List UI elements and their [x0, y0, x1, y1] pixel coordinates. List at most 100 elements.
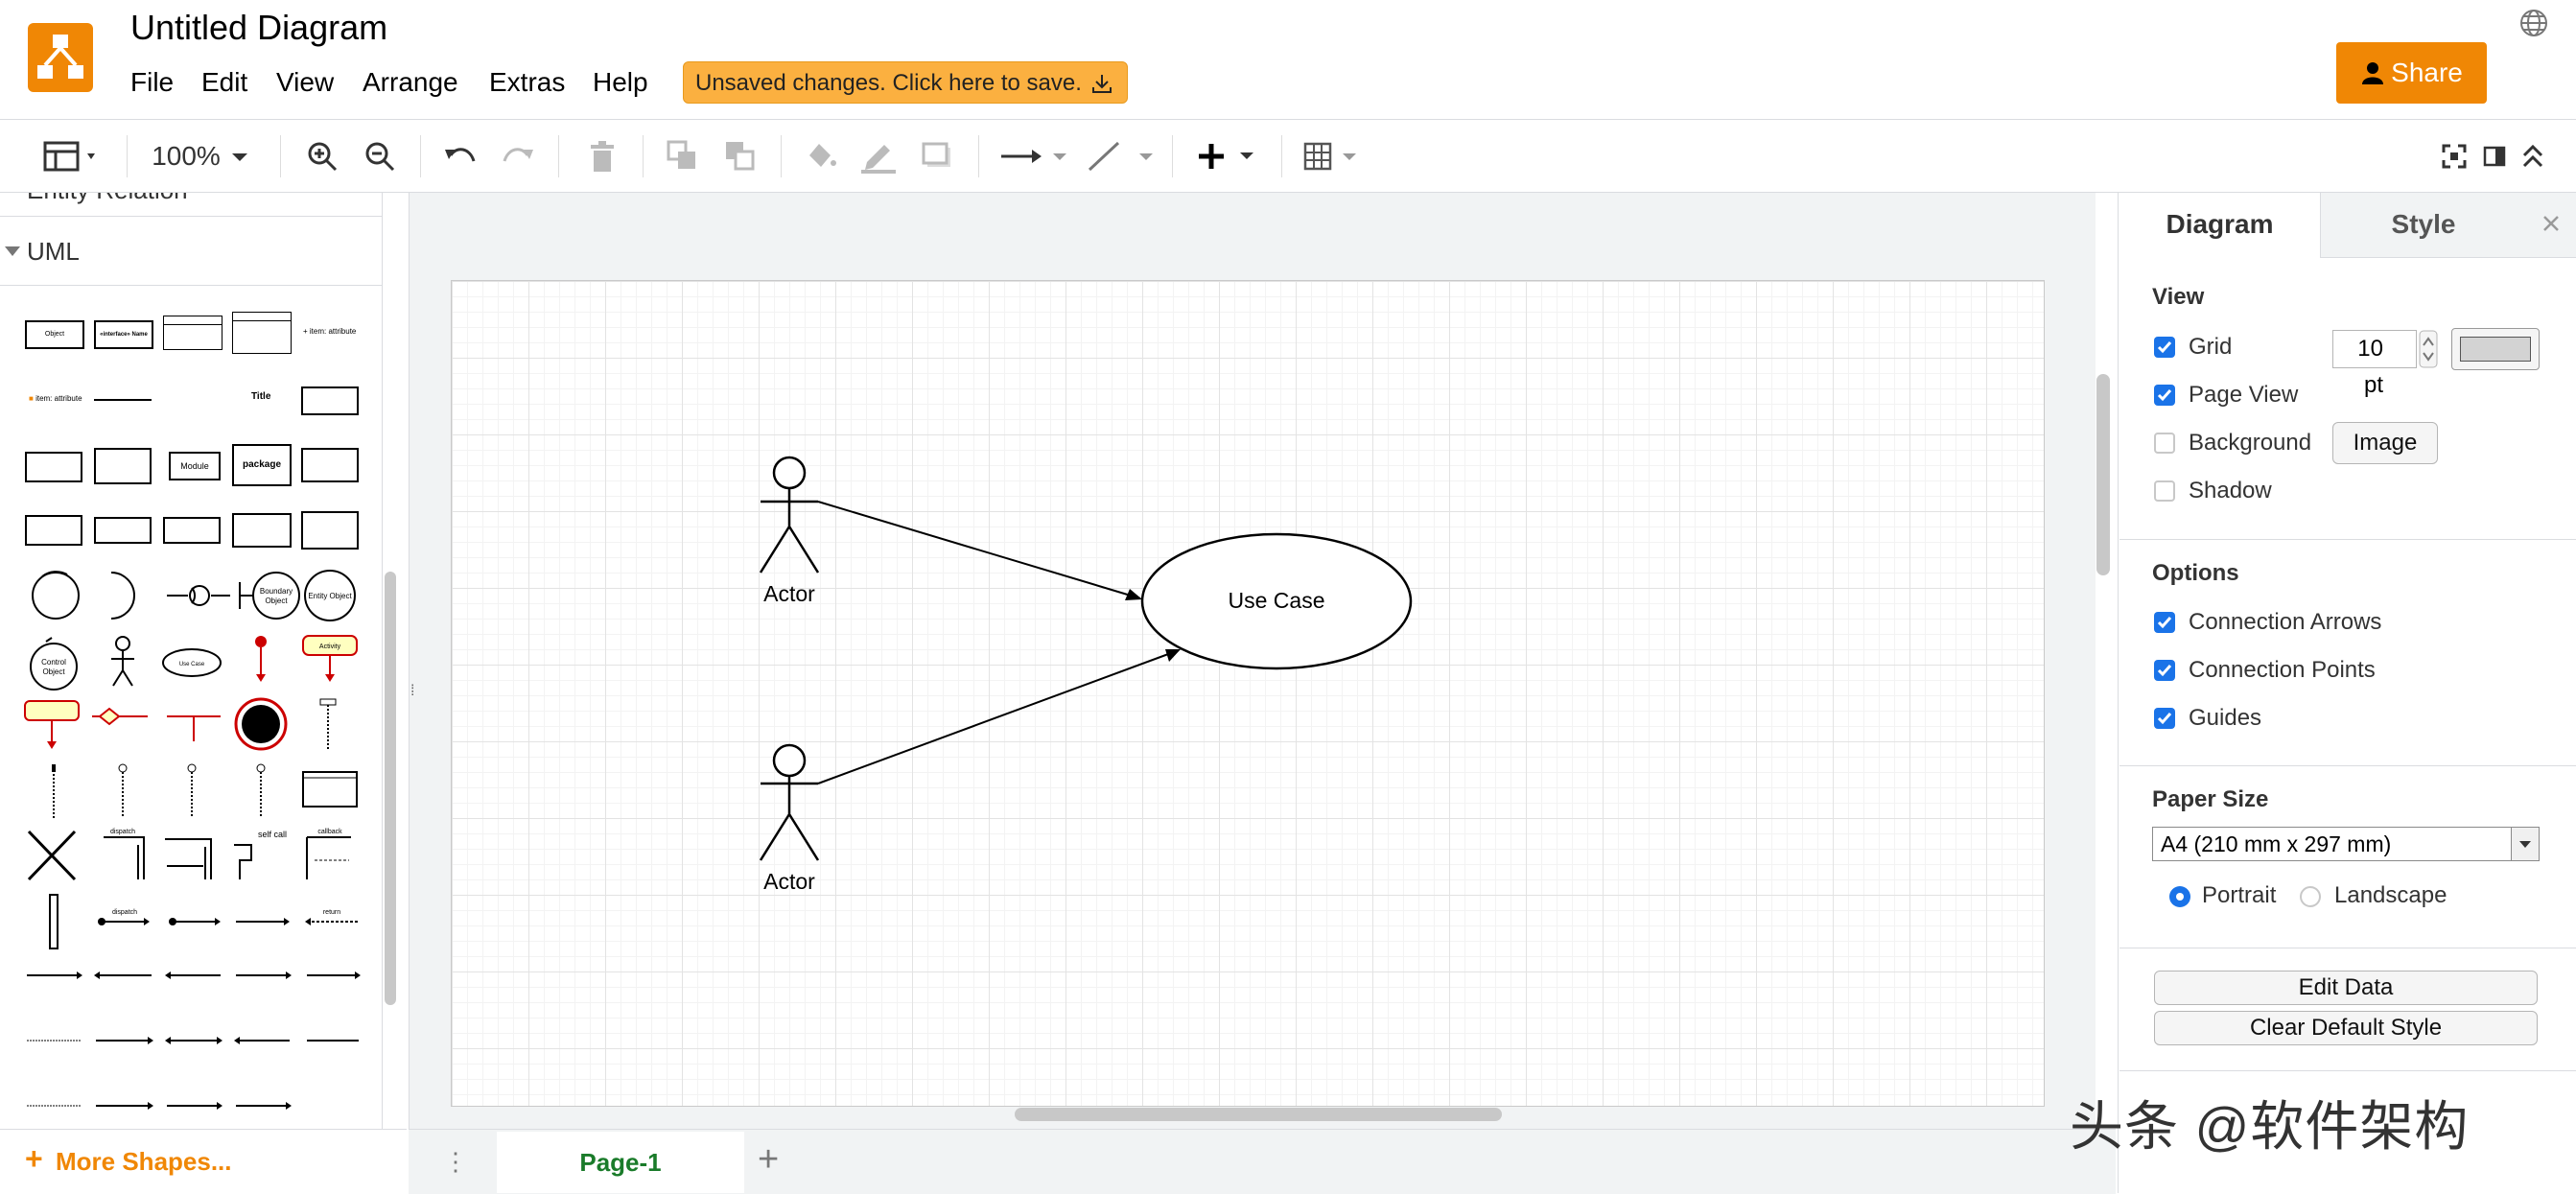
- zoom-in-button[interactable]: [303, 137, 341, 176]
- diagram-title[interactable]: Untitled Diagram: [130, 8, 387, 48]
- shape-lifeline[interactable]: [25, 515, 82, 546]
- waypoints-button[interactable]: [1086, 137, 1159, 176]
- connection-points-checkbox[interactable]: [2154, 660, 2175, 681]
- sidebar-scrollbar[interactable]: [385, 572, 396, 1005]
- fill-color-button[interactable]: [802, 137, 840, 176]
- image-button[interactable]: Image: [2332, 422, 2438, 464]
- shape-interface[interactable]: «interface» Name: [94, 320, 153, 349]
- uml-shapes-row-11[interactable]: [23, 956, 368, 995]
- uml-shapes-row-13[interactable]: [23, 1087, 368, 1125]
- collapse-toolbar-button[interactable]: [2518, 137, 2547, 176]
- fullscreen-button[interactable]: [2440, 137, 2469, 176]
- guides-checkbox[interactable]: [2154, 708, 2175, 729]
- shape-separator[interactable]: [94, 399, 152, 401]
- uml-shapes-row-5[interactable]: BoundaryObject Entity Object: [23, 567, 368, 624]
- uml-shapes-row-10[interactable]: dispatch return: [23, 891, 368, 952]
- shape-class-3[interactable]: [25, 452, 82, 482]
- grid-checkbox[interactable]: [2154, 337, 2175, 358]
- grid-color-button[interactable]: [2451, 328, 2540, 370]
- shape-note[interactable]: [301, 386, 359, 415]
- connection-style-button[interactable]: [999, 137, 1072, 176]
- table-button[interactable]: [1300, 137, 1368, 176]
- tab-page-1[interactable]: Page-1: [497, 1132, 744, 1193]
- uml-shapes-row-9[interactable]: dispatch self call callback: [23, 826, 368, 887]
- page-menu-icon[interactable]: ⋮: [443, 1147, 468, 1177]
- portrait-label: Portrait: [2202, 882, 2277, 908]
- add-page-button[interactable]: +: [758, 1139, 779, 1181]
- zoom-out-button[interactable]: [361, 137, 399, 176]
- grid-size-stepper-icon[interactable]: [2419, 330, 2438, 368]
- landscape-radio[interactable]: [2300, 886, 2321, 907]
- connection-arrows-label: Connection Arrows: [2189, 609, 2382, 635]
- diagonal-line-icon: [1088, 141, 1153, 172]
- menu-view[interactable]: View: [276, 67, 334, 98]
- undo-button[interactable]: [441, 137, 480, 176]
- shape-box-2[interactable]: [163, 517, 221, 544]
- shape-frame[interactable]: [94, 448, 152, 484]
- shape-item-attribute[interactable]: ■ item: attribute: [29, 394, 82, 403]
- menu-file[interactable]: File: [130, 67, 174, 98]
- format-panel-button[interactable]: [2480, 137, 2509, 176]
- canvas-horizontal-scrollbar[interactable]: [1015, 1108, 1502, 1121]
- user-icon: [2362, 62, 2384, 84]
- shape-object[interactable]: Object: [25, 320, 84, 349]
- sidebar-resize-handle[interactable]: ⁞: [410, 683, 414, 700]
- uml-shapes-row-7[interactable]: [23, 695, 368, 757]
- delete-button[interactable]: [583, 137, 621, 176]
- shape-package[interactable]: package: [232, 444, 292, 486]
- redo-button[interactable]: [499, 137, 537, 176]
- shape-module[interactable]: Module: [169, 452, 221, 480]
- uml-shapes-row-6[interactable]: ControlObject Use Case Activity: [23, 632, 368, 693]
- menu-help[interactable]: Help: [593, 67, 648, 98]
- language-globe-icon[interactable]: [2518, 8, 2549, 43]
- menu-arrange[interactable]: Arrange: [363, 67, 458, 98]
- more-shapes-button[interactable]: + More Shapes...: [0, 1129, 407, 1194]
- insert-button[interactable]: [1193, 137, 1266, 176]
- line-color-button[interactable]: [859, 137, 898, 176]
- edit-data-button[interactable]: Edit Data: [2154, 971, 2538, 1005]
- section-uml-header[interactable]: UML: [0, 225, 382, 283]
- shape-class[interactable]: [163, 316, 222, 350]
- background-checkbox[interactable]: [2154, 433, 2175, 454]
- format-panel-toggle[interactable]: [38, 137, 105, 176]
- connector-actor2-usecase[interactable]: [817, 649, 1181, 784]
- connector-actor1-usecase[interactable]: [817, 501, 1142, 600]
- page-view-checkbox[interactable]: [2154, 385, 2175, 406]
- tab-style[interactable]: Style: [2321, 193, 2526, 258]
- unsaved-changes-button[interactable]: Unsaved changes. Click here to save.: [683, 61, 1128, 104]
- grid-size-input[interactable]: 10 pt: [2332, 330, 2417, 398]
- chevron-down-icon: [2511, 828, 2539, 860]
- shape-class-5[interactable]: [232, 513, 292, 548]
- clear-default-style-button[interactable]: Clear Default Style: [2154, 1011, 2538, 1045]
- actor-1[interactable]: [759, 456, 820, 574]
- shadow-button[interactable]: [919, 137, 957, 176]
- shape-class-2[interactable]: [232, 312, 292, 354]
- tab-diagram[interactable]: Diagram: [2119, 193, 2321, 258]
- share-button[interactable]: Share: [2336, 42, 2487, 104]
- to-back-button[interactable]: [721, 137, 760, 176]
- uml-shapes-row-12[interactable]: [23, 1021, 368, 1060]
- section-entity-relation[interactable]: Entity Relation: [27, 193, 188, 205]
- portrait-radio[interactable]: [2169, 886, 2190, 907]
- menu-extras[interactable]: Extras: [489, 67, 565, 98]
- zoom-select[interactable]: 100%: [144, 137, 259, 176]
- canvas-vertical-scrollbar[interactable]: [2096, 374, 2110, 575]
- shape-box[interactable]: [94, 517, 152, 544]
- connection-arrows-checkbox[interactable]: [2154, 612, 2175, 633]
- shape-class-6[interactable]: [301, 511, 359, 550]
- actor-2[interactable]: [759, 743, 820, 861]
- to-front-button[interactable]: [664, 137, 702, 176]
- fullscreen-icon: [2442, 144, 2467, 169]
- paper-size-select[interactable]: A4 (210 mm x 297 mm): [2152, 827, 2540, 861]
- close-panel-button[interactable]: [2526, 193, 2576, 258]
- paper-size-heading: Paper Size: [2152, 786, 2269, 812]
- diagram-page[interactable]: Actor Actor Use Case: [451, 280, 2045, 1107]
- shape-title[interactable]: Title: [251, 391, 270, 402]
- use-case-label: Use Case: [1228, 588, 1325, 613]
- view-heading: View: [2152, 284, 2205, 310]
- shape-class-4[interactable]: [301, 448, 359, 482]
- menu-edit[interactable]: Edit: [201, 67, 247, 98]
- shadow-checkbox[interactable]: [2154, 480, 2175, 502]
- shape-attribute[interactable]: + item: attribute: [303, 327, 356, 336]
- uml-shapes-row-8[interactable]: [23, 761, 368, 822]
